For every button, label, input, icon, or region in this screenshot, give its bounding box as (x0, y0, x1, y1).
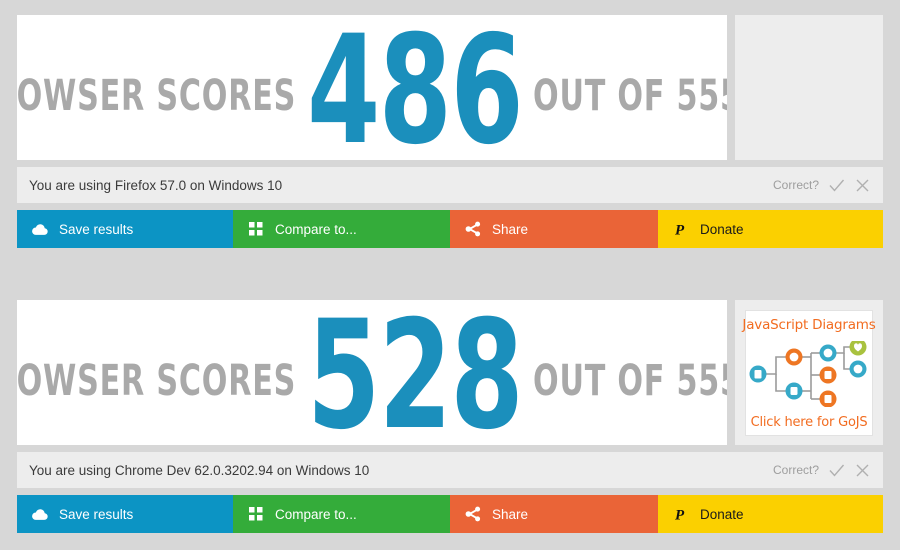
browser-info-text: You are using Firefox 57.0 on Windows 10 (29, 177, 283, 193)
check-icon[interactable] (828, 462, 845, 479)
donate-label: Donate (700, 221, 744, 237)
paypal-icon: P (672, 220, 690, 238)
correct-label: Correct? (772, 463, 819, 477)
paypal-icon: P (672, 505, 690, 523)
share-button[interactable]: Share (450, 210, 658, 248)
score-value: 486 (306, 15, 524, 161)
close-icon[interactable] (854, 177, 871, 194)
close-icon[interactable] (854, 462, 871, 479)
share-button[interactable]: Share (450, 495, 658, 533)
ad-slot-gojs[interactable]: JavaScript Diagrams Click here for GoJS (735, 300, 883, 445)
save-results-label: Save results (59, 221, 134, 237)
browser-info-bar: You are using Chrome Dev 62.0.3202.94 on… (17, 452, 883, 488)
svg-text:P: P (674, 507, 684, 522)
grid-icon (247, 505, 265, 523)
score-prefix-label: YOUR BROWSER SCORES (17, 71, 296, 121)
share-label: Share (492, 506, 529, 522)
hero-row: YOUR BROWSER SCORES 486 OUT OF 555 POINT… (17, 15, 883, 160)
compare-to-label: Compare to... (275, 221, 357, 237)
save-results-button[interactable]: Save results (17, 495, 233, 533)
save-results-label: Save results (59, 506, 134, 522)
info-confirm-group: Correct? (773, 462, 871, 479)
diagram-graphic-icon (749, 340, 867, 407)
action-bar: Save results Compare to... Share P Donat… (17, 495, 883, 533)
ad-slot-empty (735, 15, 883, 160)
score-prefix-label: YOUR BROWSER SCORES (17, 356, 296, 406)
cloud-upload-icon (31, 220, 49, 238)
svg-text:P: P (674, 222, 684, 237)
ad-cta-label[interactable]: Click here for GoJS (751, 415, 868, 430)
score-suffix-label: OUT OF 555 POINTS (532, 356, 727, 406)
result-panel-firefox: YOUR BROWSER SCORES 486 OUT OF 555 POINT… (17, 15, 883, 248)
save-results-button[interactable]: Save results (17, 210, 233, 248)
browser-info-text: You are using Chrome Dev 62.0.3202.94 on… (29, 462, 370, 478)
result-panel-chrome: YOUR BROWSER SCORES 528 OUT OF 555 POINT… (17, 300, 883, 533)
info-confirm-group: Correct? (773, 177, 871, 194)
action-bar: Save results Compare to... Share P Donat… (17, 210, 883, 248)
grid-icon (247, 220, 265, 238)
share-icon (464, 505, 482, 523)
compare-to-button[interactable]: Compare to... (233, 210, 450, 248)
ad-banner[interactable]: JavaScript Diagrams Click here for GoJS (742, 309, 876, 436)
score-value: 528 (306, 300, 524, 446)
score-suffix-label: OUT OF 555 POINTS (532, 71, 727, 121)
hero-row: YOUR BROWSER SCORES 528 OUT OF 555 POINT… (17, 300, 883, 445)
ad-title: JavaScript Diagrams (742, 316, 876, 333)
check-icon[interactable] (828, 177, 845, 194)
score-banner: YOUR BROWSER SCORES 528 OUT OF 555 POINT… (17, 300, 727, 445)
score-banner: YOUR BROWSER SCORES 486 OUT OF 555 POINT… (17, 15, 727, 160)
donate-button[interactable]: P Donate (658, 210, 883, 248)
share-label: Share (492, 221, 529, 237)
browser-info-bar: You are using Firefox 57.0 on Windows 10… (17, 167, 883, 203)
share-icon (464, 220, 482, 238)
cloud-upload-icon (31, 505, 49, 523)
donate-button[interactable]: P Donate (658, 495, 883, 533)
compare-to-label: Compare to... (275, 506, 357, 522)
correct-label: Correct? (772, 178, 819, 192)
compare-to-button[interactable]: Compare to... (233, 495, 450, 533)
donate-label: Donate (700, 506, 744, 522)
